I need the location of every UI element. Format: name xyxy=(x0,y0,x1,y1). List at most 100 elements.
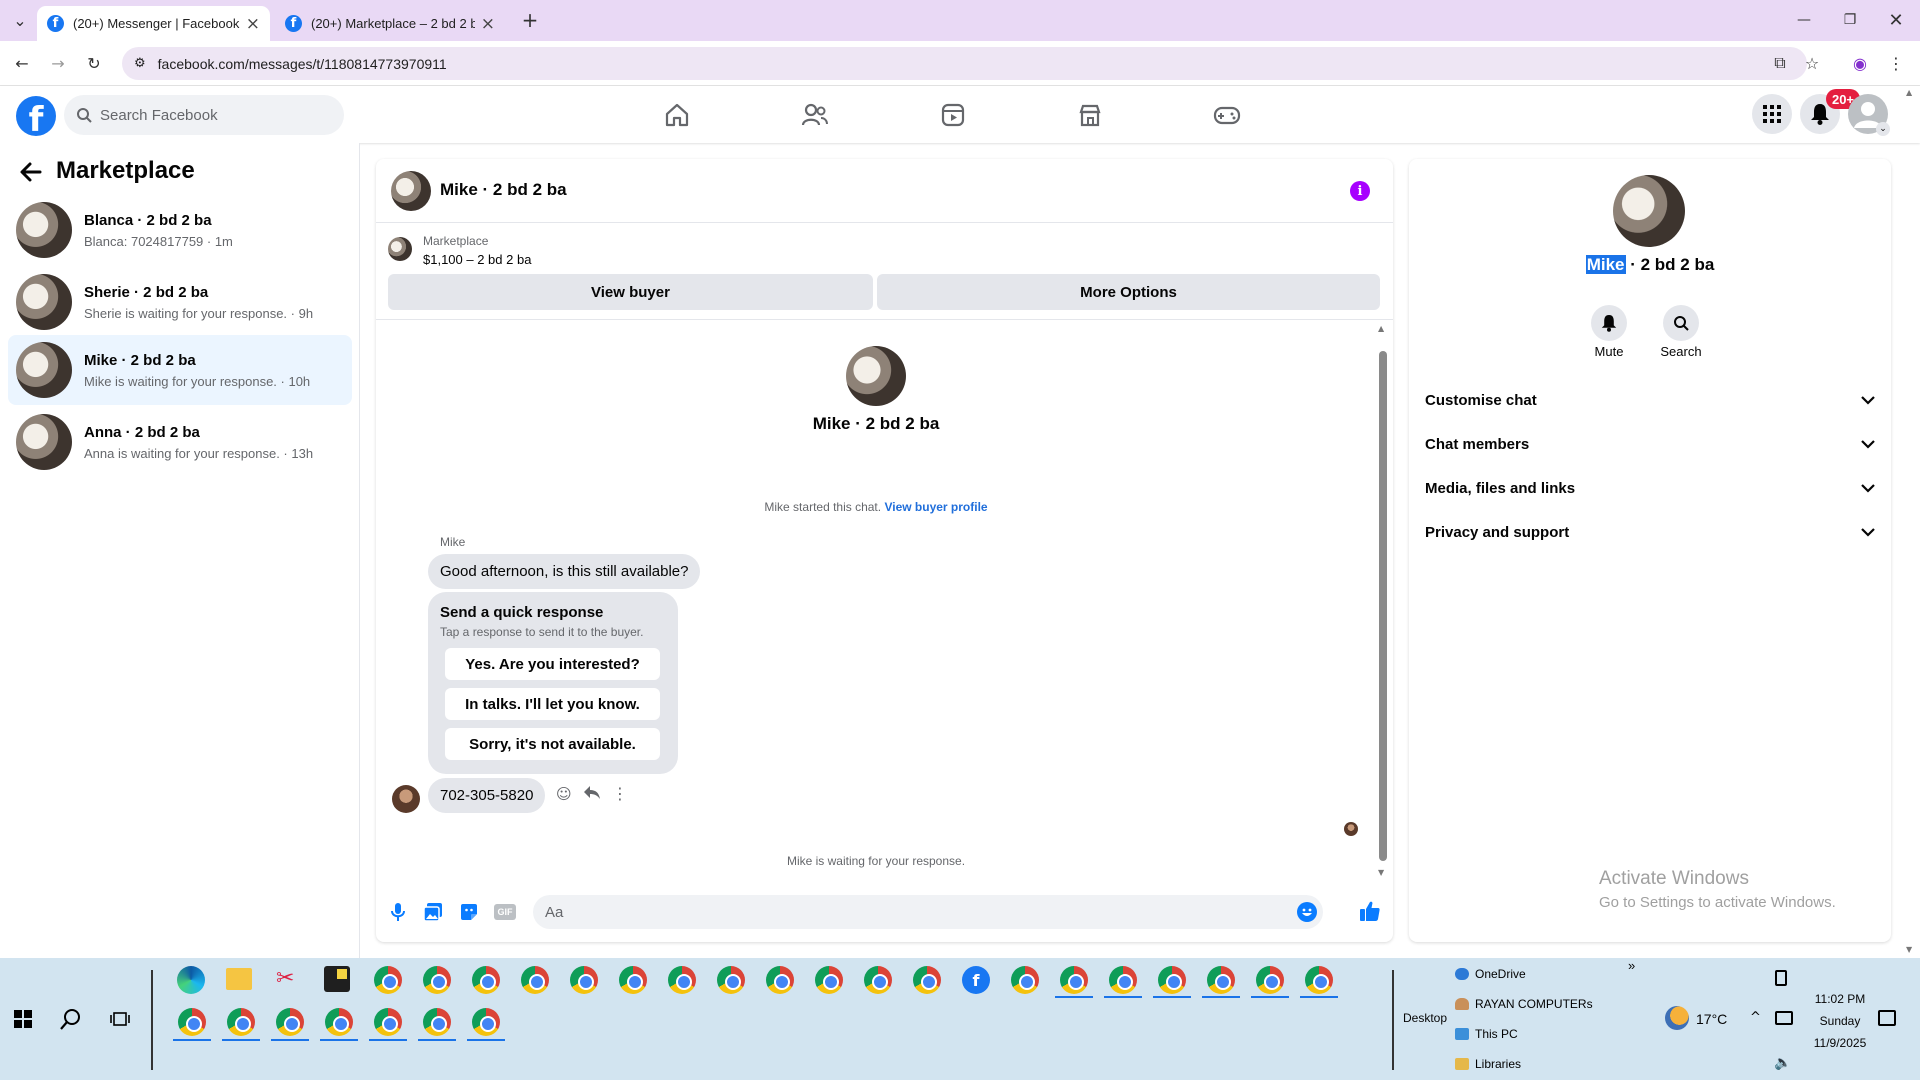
browser-menu-icon[interactable]: ⋮ xyxy=(1884,51,1908,75)
chrome-profile-icon[interactable] xyxy=(717,966,745,994)
chrome-profile-icon[interactable] xyxy=(325,1008,353,1036)
weather-icon[interactable] xyxy=(1665,1006,1689,1030)
gaming-icon[interactable] xyxy=(1212,100,1242,130)
chat-title[interactable]: Mike · 2 bd 2 ba xyxy=(440,180,567,200)
site-info-icon[interactable]: ⚙ xyxy=(134,56,146,71)
friends-icon[interactable] xyxy=(800,100,830,130)
chrome-profile-icon[interactable] xyxy=(766,966,794,994)
home-icon[interactable] xyxy=(662,100,692,130)
chrome-profile-icon[interactable] xyxy=(815,966,843,994)
chrome-profile-icon[interactable] xyxy=(570,966,598,994)
temperature[interactable]: 17°C xyxy=(1696,1011,1727,1027)
reload-icon[interactable]: ↻ xyxy=(82,51,106,75)
section-customise-chat[interactable]: Customise chat xyxy=(1425,385,1875,415)
listing-price[interactable]: $1,100 – 2 bd 2 ba xyxy=(423,252,531,267)
page-scroll-down-arrow[interactable]: ▼ xyxy=(1906,945,1912,954)
chrome-profile-icon[interactable] xyxy=(1256,966,1284,994)
chrome-profile-icon[interactable] xyxy=(472,1008,500,1036)
photo-icon[interactable] xyxy=(423,902,443,922)
close-window-icon[interactable]: ✕ xyxy=(1882,8,1910,32)
emoji-icon[interactable] xyxy=(1297,902,1317,922)
microphone-icon[interactable] xyxy=(388,902,408,922)
tray-this-pc[interactable]: This PC xyxy=(1455,1027,1518,1041)
sticker-icon[interactable] xyxy=(459,902,479,922)
conversation-info-icon[interactable]: i xyxy=(1350,181,1370,201)
chrome-profile-icon[interactable] xyxy=(423,966,451,994)
quick-reply-yes-button[interactable]: Yes. Are you interested? xyxy=(445,648,660,680)
quick-reply-unavailable-button[interactable]: Sorry, it's not available. xyxy=(445,728,660,760)
file-explorer-icon[interactable] xyxy=(226,968,252,990)
scroll-up-arrow[interactable]: ▲ xyxy=(1378,324,1388,334)
view-buyer-button[interactable]: View buyer xyxy=(388,274,873,310)
tab-messenger[interactable]: f (20+) Messenger | Facebook × xyxy=(37,6,270,41)
tray-rayan-computers[interactable]: RAYAN COMPUTERs xyxy=(1455,997,1593,1011)
show-hidden-icons-icon[interactable]: ^ xyxy=(1750,1010,1761,1025)
clock[interactable]: 11:02 PM Sunday 11/9/2025 xyxy=(1800,988,1880,1054)
quick-reply-talks-button[interactable]: In talks. I'll let you know. xyxy=(445,688,660,720)
snipping-tool-icon[interactable]: ✂ xyxy=(276,966,304,994)
back-icon[interactable]: ← xyxy=(10,51,34,75)
message-bubble-phone[interactable]: 702-305-5820 xyxy=(428,778,546,813)
volume-icon[interactable]: 🔈 xyxy=(1774,1055,1791,1071)
toolbar-overflow-chevron[interactable]: » xyxy=(1628,958,1635,973)
windows-start-icon[interactable] xyxy=(14,1010,32,1028)
address-bar[interactable]: ⚙ facebook.com/messages/t/11808147739709… xyxy=(122,47,1807,80)
scroll-down-arrow[interactable]: ▼ xyxy=(1378,868,1388,878)
chrome-profile-icon[interactable] xyxy=(1158,966,1186,994)
tray-libraries[interactable]: Libraries xyxy=(1455,1057,1521,1071)
edge-app-icon[interactable] xyxy=(177,966,205,994)
conversation-item-blanca[interactable]: Blanca · 2 bd 2 ba Blanca: 7024817759 · … xyxy=(8,195,352,265)
info-avatar[interactable] xyxy=(1613,175,1685,247)
chrome-profile-icon[interactable] xyxy=(1011,966,1039,994)
video-icon[interactable] xyxy=(938,100,968,130)
mute-button[interactable] xyxy=(1591,305,1627,341)
facebook-app-icon[interactable]: f xyxy=(962,966,990,994)
gif-icon[interactable]: GIF xyxy=(494,904,516,920)
close-tab-icon[interactable]: × xyxy=(246,14,260,34)
listing-thumbnail[interactable] xyxy=(388,237,412,261)
chrome-profile-icon[interactable] xyxy=(1305,966,1333,994)
new-tab-button[interactable]: + xyxy=(518,8,542,32)
taskbar-search-icon[interactable] xyxy=(60,1008,82,1030)
sender-avatar[interactable] xyxy=(392,785,420,813)
forward-icon[interactable]: → xyxy=(46,51,70,75)
view-buyer-profile-link[interactable]: View buyer profile xyxy=(884,500,987,514)
page-scroll-up-arrow[interactable]: ▲ xyxy=(1906,88,1912,97)
chrome-profile-icon[interactable] xyxy=(913,966,941,994)
sticky-notes-icon[interactable] xyxy=(324,966,350,992)
chrome-profile-icon[interactable] xyxy=(1109,966,1137,994)
reply-icon[interactable] xyxy=(583,785,601,803)
chrome-profile-icon[interactable] xyxy=(521,966,549,994)
conversation-item-mike[interactable]: Mike · 2 bd 2 ba Mike is waiting for you… xyxy=(8,335,352,405)
menu-grid-icon[interactable] xyxy=(1752,94,1792,134)
section-chat-members[interactable]: Chat members xyxy=(1425,429,1875,459)
restore-icon[interactable]: ❐ xyxy=(1836,8,1864,32)
react-smiley-icon[interactable]: ☺ xyxy=(556,785,574,803)
tab-search-icon[interactable]: ⌄ xyxy=(8,8,32,32)
marketplace-icon[interactable] xyxy=(1075,100,1105,130)
chrome-profile-icon[interactable] xyxy=(864,966,892,994)
minimize-icon[interactable]: — xyxy=(1790,8,1818,32)
tablet-mode-icon[interactable] xyxy=(1775,970,1787,986)
message-composer-input[interactable]: Aa xyxy=(533,895,1323,929)
profile-icon[interactable]: ◉ xyxy=(1848,51,1872,75)
section-media-files-links[interactable]: Media, files and links xyxy=(1425,473,1875,503)
more-actions-icon[interactable]: ⋮ xyxy=(612,784,628,803)
bookmark-star-icon[interactable]: ☆ xyxy=(1800,51,1824,75)
chrome-profile-icon[interactable] xyxy=(276,1008,304,1036)
chat-header-avatar[interactable] xyxy=(391,171,431,211)
chrome-profile-icon[interactable] xyxy=(668,966,696,994)
action-center-icon[interactable] xyxy=(1878,1010,1896,1026)
back-arrow-icon[interactable] xyxy=(18,159,48,189)
chrome-profile-icon[interactable] xyxy=(227,1008,255,1036)
conversation-item-anna[interactable]: Anna · 2 bd 2 ba Anna is waiting for you… xyxy=(8,407,352,477)
tab-marketplace[interactable]: f (20+) Marketplace – 2 bd 2 ba × xyxy=(275,6,505,41)
chrome-profile-icon[interactable] xyxy=(472,966,500,994)
like-thumbs-up-icon[interactable] xyxy=(1359,900,1383,924)
close-tab-icon[interactable]: × xyxy=(481,14,495,34)
chrome-profile-icon[interactable] xyxy=(1060,966,1088,994)
more-options-button[interactable]: More Options xyxy=(877,274,1380,310)
chrome-profile-icon[interactable] xyxy=(374,1008,402,1036)
conversation-item-sherie[interactable]: Sherie · 2 bd 2 ba Sherie is waiting for… xyxy=(8,267,352,337)
search-in-conversation-button[interactable] xyxy=(1663,305,1699,341)
